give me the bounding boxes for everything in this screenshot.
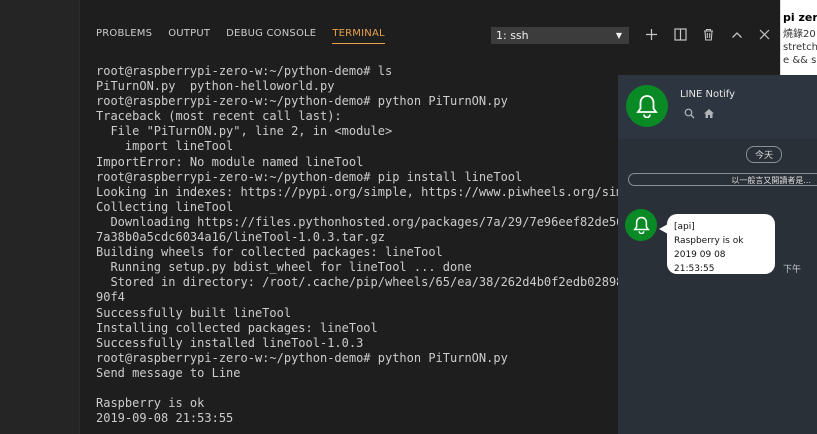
terminal-line: Stored in directory: /root/.cache/pip/wh…	[96, 275, 674, 290]
terminal-line: Looking in indexes: https://pypi.org/sim…	[96, 184, 646, 199]
message-bubble[interactable]: [api] Raspberry is ok 2019 09 08 21:53:5…	[667, 214, 775, 274]
line-chat-window: LINE Notify 今天 以一般言又開讀者是... [api] Raspbe…	[618, 75, 817, 434]
terminal-line: 90f4	[96, 290, 125, 305]
notice-bar[interactable]: 以一般言又開讀者是...	[628, 173, 817, 186]
home-icon[interactable]	[703, 108, 715, 119]
page-text-line: e && su	[783, 55, 817, 66]
terminal-line: root@raspberrypi-zero-w:~/python-demo# l…	[96, 64, 393, 78]
panel-tabs: PROBLEMS OUTPUT DEBUG CONSOLE TERMINAL	[96, 28, 401, 44]
chevron-down-icon: ▼	[615, 31, 622, 40]
terminal-line: root@raspberrypi-zero-w:~/python-demo# p…	[96, 350, 508, 365]
tab-problems[interactable]: PROBLEMS	[96, 28, 152, 44]
chat-header: LINE Notify	[618, 75, 817, 139]
page-text: 燒錄20 stretch e && su	[783, 28, 817, 67]
terminal-line: 7a38b0a5cdc6034a16/lineTool-1.0.3.tar.gz	[96, 230, 385, 245]
split-icon[interactable]	[674, 28, 687, 41]
terminal-line: Send message to Line	[96, 365, 241, 380]
trash-icon[interactable]	[702, 28, 715, 41]
chat-name: LINE Notify	[680, 89, 736, 100]
sidebar-strip	[0, 0, 79, 434]
terminal-line: Running setup.py bdist_wheel for lineToo…	[96, 260, 472, 275]
terminal-line: Raspberry is ok	[96, 396, 205, 411]
page-text-line: stretch	[783, 42, 817, 53]
bell-icon	[636, 95, 658, 118]
terminal-select-value: 1: ssh	[496, 29, 529, 42]
terminal-line: root@raspberrypi-zero-w:~/python-demo# p…	[96, 169, 523, 184]
terminal-line: Successfully built lineTool	[96, 305, 292, 320]
terminal-line: File "PiTurnON.py", line 2, in <module>	[96, 124, 393, 139]
terminal-line: import lineTool	[96, 139, 234, 154]
terminal-line: PiTurnON.py python-helloworld.py	[96, 79, 335, 94]
tab-debug-console[interactable]: DEBUG CONSOLE	[226, 28, 316, 44]
date-chip: 今天	[746, 146, 783, 163]
page-heading: pi zero	[783, 11, 817, 24]
close-icon[interactable]	[759, 29, 770, 40]
search-icon[interactable]	[684, 108, 695, 119]
message-sender: [api]	[674, 222, 695, 232]
terminal-line: Successfully installed lineTool-1.0.3	[96, 335, 364, 350]
avatar[interactable]	[626, 85, 668, 127]
chat-body: 今天 以一般言又開讀者是... [api] Raspberry is ok 20…	[618, 139, 817, 434]
terminal-line: Building wheels for collected packages: …	[96, 245, 443, 260]
message-text: Raspberry is ok	[674, 236, 744, 246]
tab-output[interactable]: OUTPUT	[168, 28, 210, 44]
terminal-line: root@raspberrypi-zero-w:~/python-demo# p…	[96, 94, 508, 109]
terminal-line: Installing collected packages: lineTool	[96, 320, 378, 335]
bell-icon	[632, 216, 650, 234]
sender-avatar[interactable]	[625, 209, 657, 241]
terminal-line: ImportError: No module named lineTool	[96, 154, 364, 169]
message-datetime: 2019 09 08 21:53:55	[674, 250, 726, 274]
terminal-line: 2019-09-08 21:53:55	[96, 411, 234, 426]
message-time: 下午	[783, 265, 802, 275]
terminal-line: Traceback (most recent call last):	[96, 109, 342, 124]
page-text-line: 燒錄20	[783, 29, 816, 40]
terminal-line: Collecting lineTool	[96, 199, 234, 214]
terminal-select[interactable]: 1: ssh ▼	[491, 27, 629, 44]
browser-page-fragment: pi zero 燒錄20 stretch e && su	[780, 0, 817, 75]
chevron-up-icon[interactable]	[731, 29, 743, 41]
tab-terminal[interactable]: TERMINAL	[332, 28, 385, 44]
plus-icon[interactable]	[645, 28, 658, 41]
chat-header-icons	[684, 108, 715, 122]
terminal-line: Downloading https://files.pythonhosted.o…	[96, 214, 674, 229]
terminal-output[interactable]: root@raspberrypi-zero-w:~/python-demo# l…	[96, 64, 674, 426]
